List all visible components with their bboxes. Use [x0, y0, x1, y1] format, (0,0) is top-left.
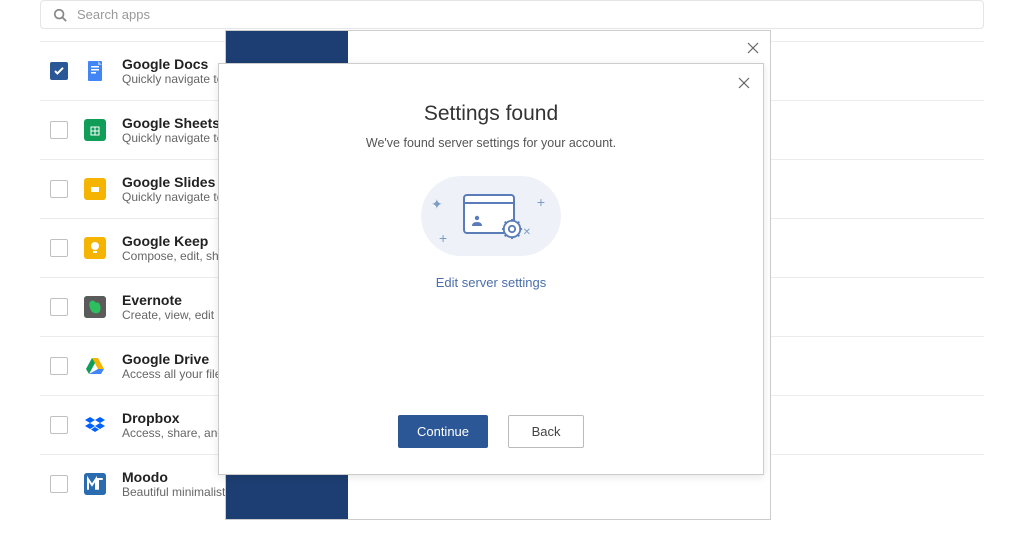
close-icon — [737, 76, 751, 90]
back-button[interactable]: Back — [508, 415, 584, 448]
modal-button-row: Continue Back — [219, 415, 763, 448]
app-checkbox[interactable] — [50, 475, 68, 493]
app-checkbox[interactable] — [50, 121, 68, 139]
app-checkbox[interactable] — [50, 180, 68, 198]
close-icon — [746, 41, 760, 55]
settings-found-modal: Settings found We've found server settin… — [218, 63, 764, 475]
app-checkbox[interactable] — [50, 239, 68, 257]
app-description: Beautiful minimalistic — [122, 485, 234, 499]
app-checkbox[interactable] — [50, 298, 68, 316]
dropbox-icon — [84, 414, 106, 436]
app-checkbox[interactable] — [50, 62, 68, 80]
app-checkbox[interactable] — [50, 416, 68, 434]
keep-icon — [84, 237, 106, 259]
sheets-icon — [84, 119, 106, 141]
settings-illustration: ✦ + + ✕ — [421, 176, 561, 256]
drive-icon — [84, 355, 106, 377]
continue-button[interactable]: Continue — [398, 415, 488, 448]
close-button-outer[interactable] — [746, 41, 760, 55]
search-bar[interactable] — [40, 0, 984, 29]
gear-icon — [501, 218, 523, 240]
modal-subtitle: We've found server settings for your acc… — [249, 136, 733, 150]
moodo-icon — [84, 473, 106, 495]
check-icon — [54, 67, 64, 75]
close-button[interactable] — [737, 76, 751, 90]
app-checkbox[interactable] — [50, 357, 68, 375]
edit-server-settings-link[interactable]: Edit server settings — [436, 275, 547, 290]
modal-title: Settings found — [249, 102, 733, 126]
search-icon — [53, 8, 67, 22]
evernote-icon — [84, 296, 106, 318]
slides-icon — [84, 178, 106, 200]
search-input[interactable] — [77, 7, 971, 22]
person-icon — [471, 214, 483, 226]
docs-icon — [84, 60, 106, 82]
